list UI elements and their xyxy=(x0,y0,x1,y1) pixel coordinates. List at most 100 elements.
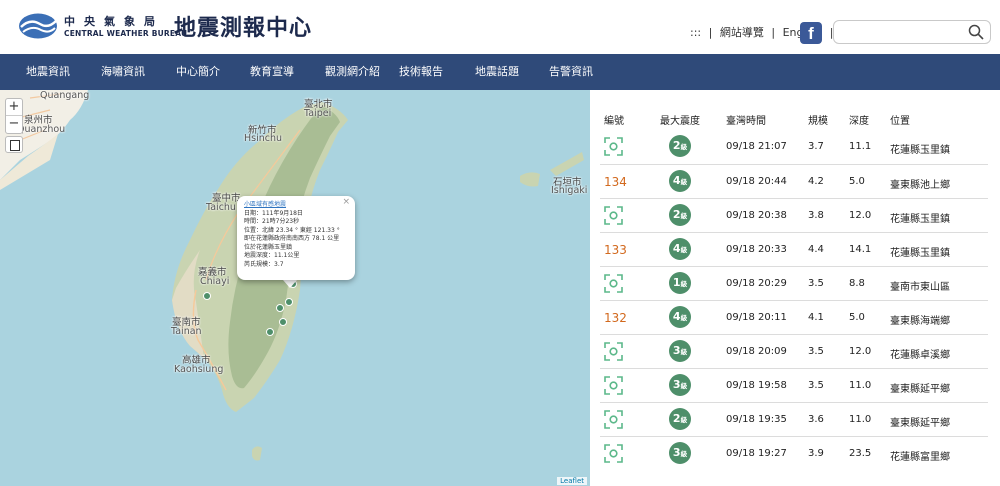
map-terrain xyxy=(0,90,584,461)
intensity-unit: 級 xyxy=(680,178,688,186)
earthquake-marker[interactable] xyxy=(285,298,293,306)
event-location: 花蓮縣卓溪鄉 xyxy=(890,350,950,361)
site-title[interactable]: 地震測報中心 xyxy=(174,10,312,42)
table-row[interactable]: 3級 09/18 20:09 3.5 12.0 花蓮縣卓溪鄉 xyxy=(600,334,988,368)
popup-distance: 即在花蓮縣政府南南西方 78.1 公里 xyxy=(244,235,340,242)
popup-close-button[interactable]: × xyxy=(342,198,350,207)
event-magnitude: 3.8 xyxy=(808,210,824,221)
intensity-value: 1 xyxy=(672,276,681,289)
event-location: 花蓮縣富里鄉 xyxy=(890,452,950,463)
event-magnitude: 4.1 xyxy=(808,312,824,323)
table-row[interactable]: 1級 09/18 20:29 3.5 8.8 臺南市東山區 xyxy=(600,266,988,300)
event-number[interactable]: 134 xyxy=(604,175,627,189)
popup-time: 時間：21時7分23秒 xyxy=(244,218,300,225)
intensity-unit: 級 xyxy=(680,450,688,458)
event-magnitude: 3.5 xyxy=(808,380,824,391)
nav-eq-topics[interactable]: 地震話題 xyxy=(475,54,519,90)
map-label-chiayi: Chiayi xyxy=(200,276,230,287)
site-header: 中央氣象局 CENTRAL WEATHER BUREAU 地震測報中心 ::: … xyxy=(0,0,1000,54)
search-input[interactable] xyxy=(838,24,964,40)
table-row[interactable]: 134 4級 09/18 20:44 4.2 5.0 臺東縣池上鄉 xyxy=(600,164,988,198)
intensity-badge: 3級 xyxy=(669,442,691,464)
event-magnitude: 3.5 xyxy=(808,346,824,357)
table-row[interactable]: 133 4級 09/18 20:33 4.4 14.1 花蓮縣玉里鎮 xyxy=(600,232,988,266)
event-location: 花蓮縣玉里鎮 xyxy=(890,214,950,225)
nav-education[interactable]: 教育宣導 xyxy=(250,54,294,90)
intensity-value: 2 xyxy=(672,412,681,425)
event-magnitude: 3.6 xyxy=(808,414,824,425)
header-taiwan-time: 臺灣時間 xyxy=(726,116,766,127)
event-time: 09/18 20:33 xyxy=(726,244,787,255)
accesskey-link[interactable]: ::: xyxy=(690,26,701,39)
sitemap-link[interactable]: 網站導覽 xyxy=(720,26,764,39)
separator: | xyxy=(708,26,713,39)
nav-tech-reports[interactable]: 技術報告 xyxy=(399,54,443,90)
map-attribution[interactable]: Leaflet xyxy=(557,477,587,485)
event-time: 09/18 20:29 xyxy=(726,278,787,289)
intensity-value: 3 xyxy=(672,446,681,459)
earthquake-marker[interactable] xyxy=(276,304,284,312)
scan-icon[interactable] xyxy=(604,342,623,361)
fullscreen-button[interactable] xyxy=(5,136,23,153)
intensity-unit: 級 xyxy=(680,382,688,390)
map-label-taichung: Taichu xyxy=(206,202,236,213)
header-magnitude: 規模 xyxy=(808,116,828,127)
search-icon[interactable] xyxy=(968,24,984,40)
intensity-badge: 1級 xyxy=(669,272,691,294)
zoom-in-button[interactable]: + xyxy=(6,99,22,116)
table-row[interactable]: 3級 09/18 19:27 3.9 23.5 花蓮縣富里鄉 xyxy=(600,436,988,470)
event-time: 09/18 20:11 xyxy=(726,312,787,323)
nav-tsunami-info[interactable]: 海嘯資訊 xyxy=(101,54,145,90)
earthquake-marker[interactable] xyxy=(266,328,274,336)
intensity-badge: 2級 xyxy=(669,204,691,226)
zoom-out-button[interactable]: − xyxy=(6,116,22,133)
scan-icon[interactable] xyxy=(604,206,623,225)
event-location: 花蓮縣玉里鎮 xyxy=(890,145,950,156)
table-row[interactable]: 3級 09/18 19:58 3.5 11.0 臺東縣延平鄉 xyxy=(600,368,988,402)
earthquake-map[interactable]: Quangang 泉州市 Quanzhou 臺北市 Taipei 新竹市 Hsi… xyxy=(0,90,590,486)
scan-icon[interactable] xyxy=(604,444,623,463)
search-box[interactable] xyxy=(833,20,991,44)
popup-depth: 地震深度：11.1公里 xyxy=(244,252,300,259)
intensity-value: 4 xyxy=(672,310,681,323)
map-label-hsinchu: Hsinchu xyxy=(244,133,283,144)
scan-icon[interactable] xyxy=(604,410,623,429)
org-name-zh: 中央氣象局 xyxy=(64,15,164,28)
nav-center-intro[interactable]: 中心簡介 xyxy=(176,54,220,90)
earthquake-popup: × 小區域有感地震 日期：111年9月18日 時間：21時7分23秒 位置：北緯… xyxy=(237,196,355,280)
event-number[interactable]: 132 xyxy=(604,311,627,325)
header-location: 位置 xyxy=(890,116,910,127)
scan-icon[interactable] xyxy=(604,376,623,395)
event-number[interactable]: 133 xyxy=(604,243,627,257)
map-label-kaohsiung: Kaohsiung xyxy=(174,364,224,375)
nav-alerts[interactable]: 告警資訊 xyxy=(549,54,593,90)
event-magnitude: 4.4 xyxy=(808,244,824,255)
nav-network-intro[interactable]: 觀測網介紹 xyxy=(325,54,380,90)
intensity-value: 4 xyxy=(672,242,681,255)
map-label-taipei: Taipei xyxy=(304,108,332,119)
facebook-icon[interactable]: f xyxy=(800,22,822,44)
event-depth: 14.1 xyxy=(849,244,872,255)
event-location: 臺東縣海端鄉 xyxy=(890,316,950,327)
map-label-ishigaki: Ishigaki xyxy=(551,185,588,196)
zoom-control: + − xyxy=(5,98,23,134)
scan-icon[interactable] xyxy=(604,137,623,156)
table-row[interactable]: 2級 09/18 19:35 3.6 11.0 臺東縣延平鄉 xyxy=(600,402,988,436)
scan-icon[interactable] xyxy=(604,274,623,293)
earthquake-marker[interactable] xyxy=(279,318,287,326)
nav-earthquake-info[interactable]: 地震資訊 xyxy=(26,54,70,90)
event-time: 09/18 20:09 xyxy=(726,346,787,357)
popup-title[interactable]: 小區域有感地震 xyxy=(244,201,348,210)
earthquake-marker[interactable] xyxy=(203,292,211,300)
table-row[interactable]: 132 4級 09/18 20:11 4.1 5.0 臺東縣海端鄉 xyxy=(600,300,988,334)
event-depth: 5.0 xyxy=(849,176,865,187)
table-row[interactable]: 2級 09/18 21:07 3.7 11.1 花蓮縣玉里鎮 xyxy=(600,130,988,164)
popup-location: 位置：北緯 23.34 ° 東經 121.33 ° xyxy=(244,226,340,234)
popup-tip xyxy=(283,280,297,288)
cwb-logo-icon[interactable] xyxy=(18,12,58,40)
intensity-badge: 4級 xyxy=(669,306,691,328)
table-row[interactable]: 2級 09/18 20:38 3.8 12.0 花蓮縣玉里鎮 xyxy=(600,198,988,232)
event-depth: 11.0 xyxy=(849,414,872,425)
map-label-quangang: Quangang xyxy=(40,90,90,101)
event-time: 09/18 21:07 xyxy=(726,141,787,152)
